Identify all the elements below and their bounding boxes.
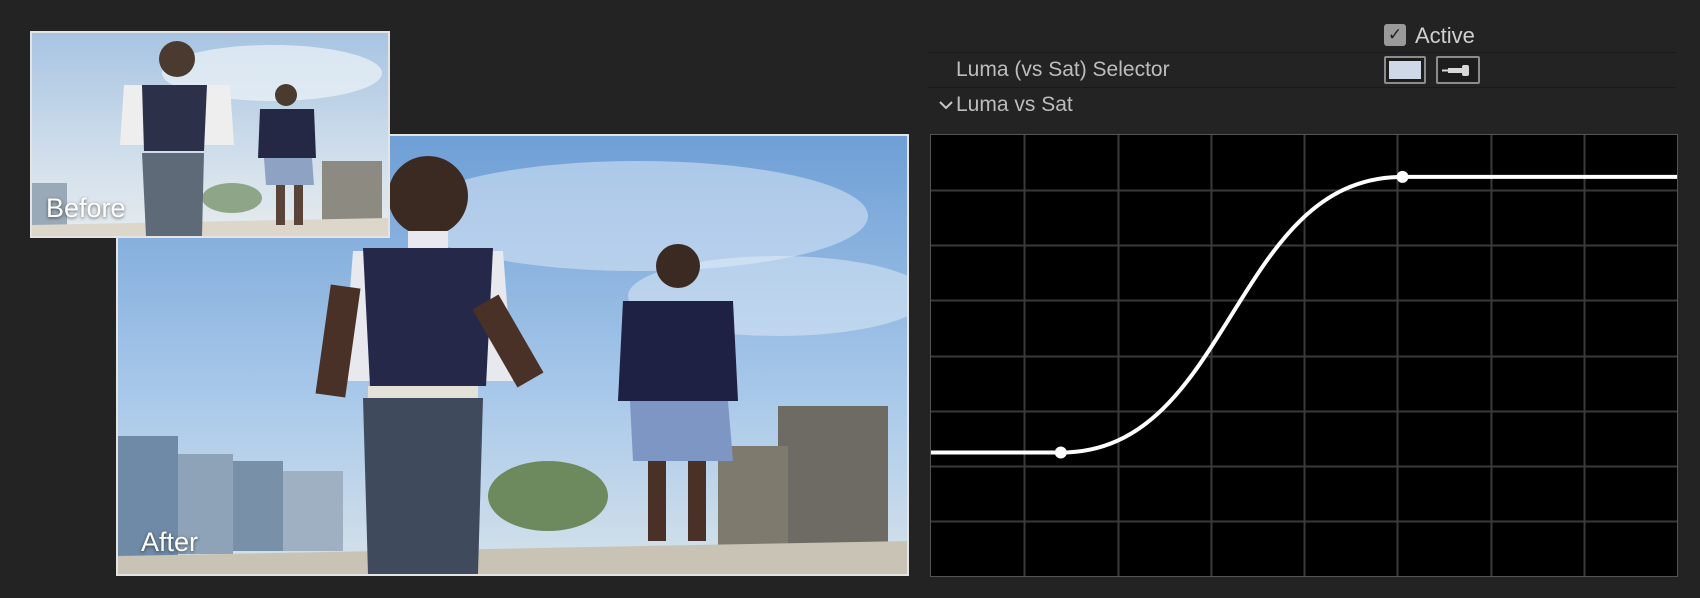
eyedropper-icon [1442,65,1469,76]
after-label: After [141,527,199,557]
curve-grid [931,135,1677,576]
chevron-down-icon[interactable] [937,96,955,114]
swatch-fill [1389,61,1421,79]
color-swatch[interactable] [1384,56,1426,84]
curve-control-point[interactable] [1054,446,1067,459]
before-label: Before [46,193,126,223]
curve-control-point[interactable] [1396,170,1409,183]
active-checkbox[interactable]: ✓ [1384,24,1406,46]
section-label: Luma vs Sat [956,93,1073,116]
section-header[interactable]: Luma vs Sat [928,88,1676,122]
selector-label: Luma (vs Sat) Selector [956,58,1170,81]
selector-row: Luma (vs Sat) Selector [928,53,1676,88]
luma-vs-sat-panel: ✓ Active Luma (vs Sat) Selector Luma vs … [928,18,1676,122]
curve-graph[interactable] [931,135,1677,576]
before-preview: Before [30,31,390,238]
active-label: Active [1415,23,1475,48]
checkmark-icon: ✓ [1387,25,1403,45]
active-row: ✓ Active [928,18,1676,53]
curve-editor[interactable] [930,134,1678,577]
eyedropper-button[interactable] [1436,56,1480,84]
